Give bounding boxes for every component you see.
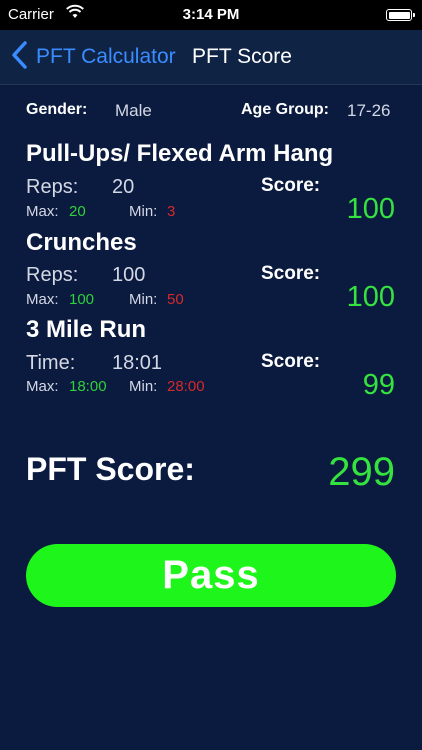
page-title: PFT Score [192, 45, 292, 68]
gender-value: Male [115, 101, 152, 120]
max-value: 20 [69, 203, 86, 220]
pass-result-button[interactable]: Pass [26, 544, 396, 607]
metric-value: 20 [112, 176, 135, 198]
pass-result-label: Pass [162, 553, 260, 597]
total-score-label: PFT Score: [26, 451, 195, 487]
navigation-bar: PFT Calculator PFT Score [0, 30, 422, 85]
event-title: Crunches [26, 229, 137, 256]
metric-label: Reps: [26, 264, 79, 286]
clock: 3:14 PM [182, 6, 240, 23]
min-value: 28:00 [167, 378, 205, 395]
age-group-label: Age Group: [241, 101, 329, 118]
min-label: Min: [129, 378, 158, 395]
event-title: 3 Mile Run [26, 316, 147, 343]
max-label: Max: [26, 203, 59, 220]
score-value: 100 [346, 281, 395, 313]
max-value: 100 [69, 291, 95, 308]
gender-label: Gender: [26, 101, 88, 118]
back-button-label: PFT Calculator [36, 45, 176, 68]
age-group-value: 17-26 [347, 101, 391, 120]
min-label: Min: [129, 291, 158, 308]
metric-label: Reps: [26, 176, 79, 198]
min-value: 50 [167, 291, 184, 308]
score-value: 99 [362, 369, 395, 401]
status-bar: Carrier 3:14 PM [0, 0, 422, 30]
max-label: Max: [26, 378, 59, 395]
min-label: Min: [129, 203, 158, 220]
total-score-value: 299 [328, 450, 395, 494]
event-title: Pull-Ups/ Flexed Arm Hang [26, 140, 334, 167]
back-button[interactable]: PFT Calculator [10, 40, 176, 74]
battery-icon [386, 9, 415, 21]
chevron-left-icon [10, 40, 28, 74]
max-value: 18:00 [69, 378, 107, 395]
score-value: 100 [346, 193, 395, 225]
min-value: 3 [167, 203, 176, 220]
max-label: Max: [26, 291, 59, 308]
metric-value: 18:01 [112, 352, 163, 374]
metric-value: 100 [112, 264, 146, 286]
metric-label: Time: [26, 352, 76, 374]
